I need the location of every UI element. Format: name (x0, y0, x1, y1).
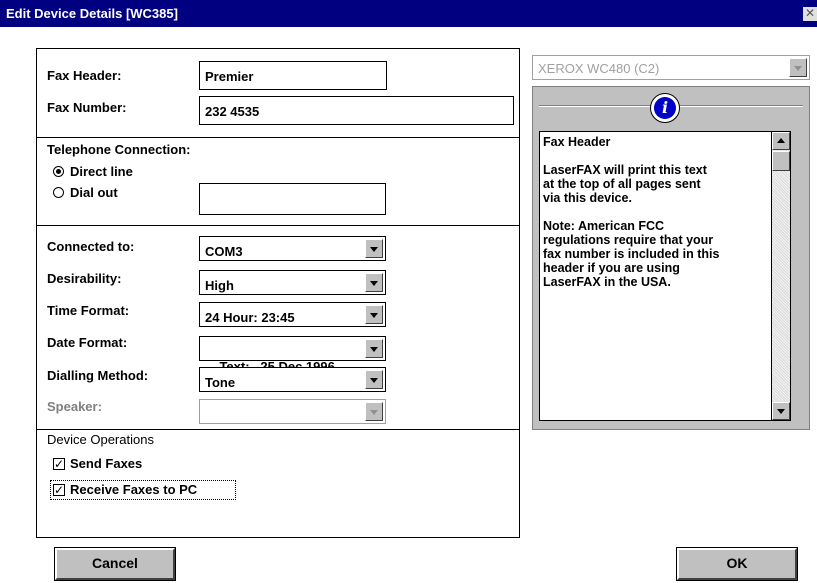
chevron-down-icon[interactable] (365, 339, 383, 358)
chevron-down-icon (365, 402, 383, 421)
device-select: XEROX WC480 (C2) (532, 55, 810, 80)
cancel-button[interactable]: Cancel (54, 547, 176, 581)
telephone-connection-label: Telephone Connection: (47, 142, 191, 157)
speaker-select (199, 399, 386, 424)
date-format-select[interactable]: Text: 25 Dec 1996 (199, 336, 386, 374)
send-faxes-checkbox[interactable]: ✓ (53, 458, 65, 470)
send-faxes-label[interactable]: Send Faxes (70, 456, 142, 471)
fax-number-label: Fax Number: (47, 100, 127, 115)
window-title: Edit Device Details [WC385] (6, 6, 178, 21)
info-icon: i (650, 93, 680, 123)
connected-to-value: COM3 (205, 244, 243, 259)
chevron-down-icon[interactable] (365, 273, 383, 292)
fax-number-input[interactable]: 232 4535 (199, 96, 514, 125)
time-format-label: Time Format: (47, 303, 130, 318)
direct-line-radio[interactable] (53, 166, 64, 177)
dial-out-radio[interactable] (53, 187, 64, 198)
dialling-method-value: Tone (205, 375, 236, 390)
direct-line-label[interactable]: Direct line (70, 164, 133, 179)
dialling-method-select[interactable]: Tone (199, 367, 386, 392)
device-details-panel: Fax Header: Premier Fax Number: 232 4535… (36, 48, 520, 538)
connected-to-select[interactable]: COM3 (199, 236, 386, 261)
device-select-value: XEROX WC480 (C2) (538, 61, 660, 76)
title-bar: Edit Device Details [WC385] ✕ (0, 0, 817, 27)
dial-out-label[interactable]: Dial out (70, 185, 118, 200)
dial-out-input[interactable] (199, 183, 386, 215)
ok-button[interactable]: OK (676, 547, 798, 581)
receive-faxes-checkbox[interactable]: ✓ (53, 484, 65, 496)
chevron-down-icon (789, 58, 807, 77)
chevron-down-icon[interactable] (365, 370, 383, 389)
scroll-thumb[interactable] (772, 151, 790, 171)
help-panel: i Fax Header LaserFAX will print this te… (532, 86, 810, 430)
dialling-method-label: Dialling Method: (47, 368, 149, 383)
chevron-down-icon[interactable] (365, 239, 383, 258)
section-divider (37, 225, 519, 226)
speaker-label: Speaker: (47, 399, 102, 414)
desirability-select[interactable]: High (199, 270, 386, 295)
chevron-down-icon[interactable] (365, 305, 383, 324)
scroll-down-icon[interactable] (772, 402, 790, 420)
fax-header-input[interactable]: Premier (199, 61, 387, 90)
connected-to-label: Connected to: (47, 239, 135, 254)
desirability-label: Desirability: (47, 271, 122, 286)
section-divider (37, 429, 519, 430)
receive-faxes-label[interactable]: Receive Faxes to PC (70, 482, 197, 497)
desirability-value: High (205, 278, 234, 293)
help-scrollbar[interactable] (771, 131, 791, 421)
date-format-label: Date Format: (47, 335, 128, 350)
fax-header-label: Fax Header: (47, 68, 122, 83)
scroll-up-icon[interactable] (772, 132, 790, 150)
section-divider (37, 137, 519, 138)
time-format-select[interactable]: 24 Hour: 23:45 (199, 302, 386, 327)
time-format-value: 24 Hour: 23:45 (205, 310, 295, 325)
close-icon[interactable]: ✕ (803, 7, 817, 21)
device-operations-label: Device Operations (47, 432, 154, 447)
help-text: Fax Header LaserFAX will print this text… (539, 131, 791, 421)
